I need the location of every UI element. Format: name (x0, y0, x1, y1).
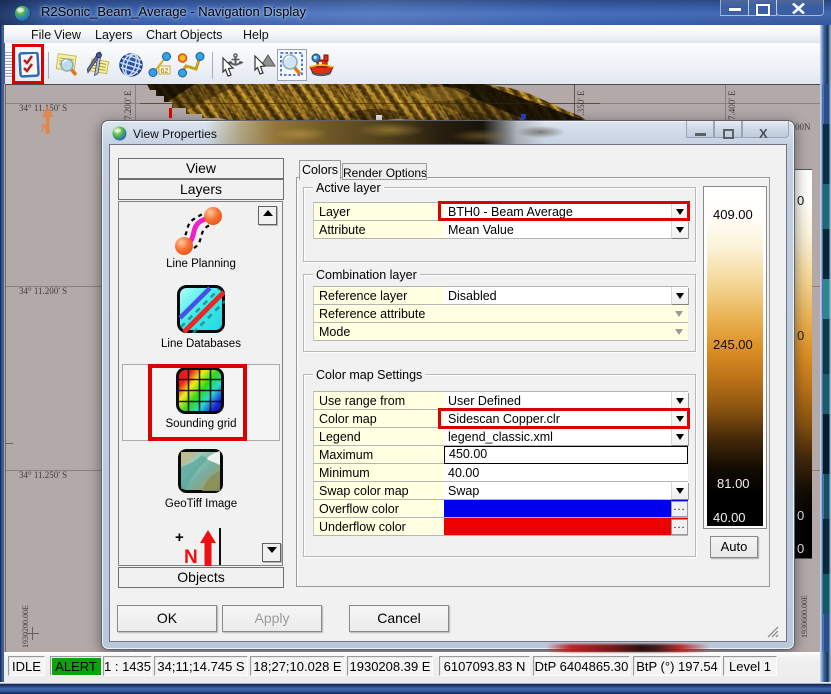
svg-text:N: N (184, 547, 198, 566)
svg-text:N: N (41, 121, 50, 135)
svg-text:62: 62 (161, 68, 169, 75)
